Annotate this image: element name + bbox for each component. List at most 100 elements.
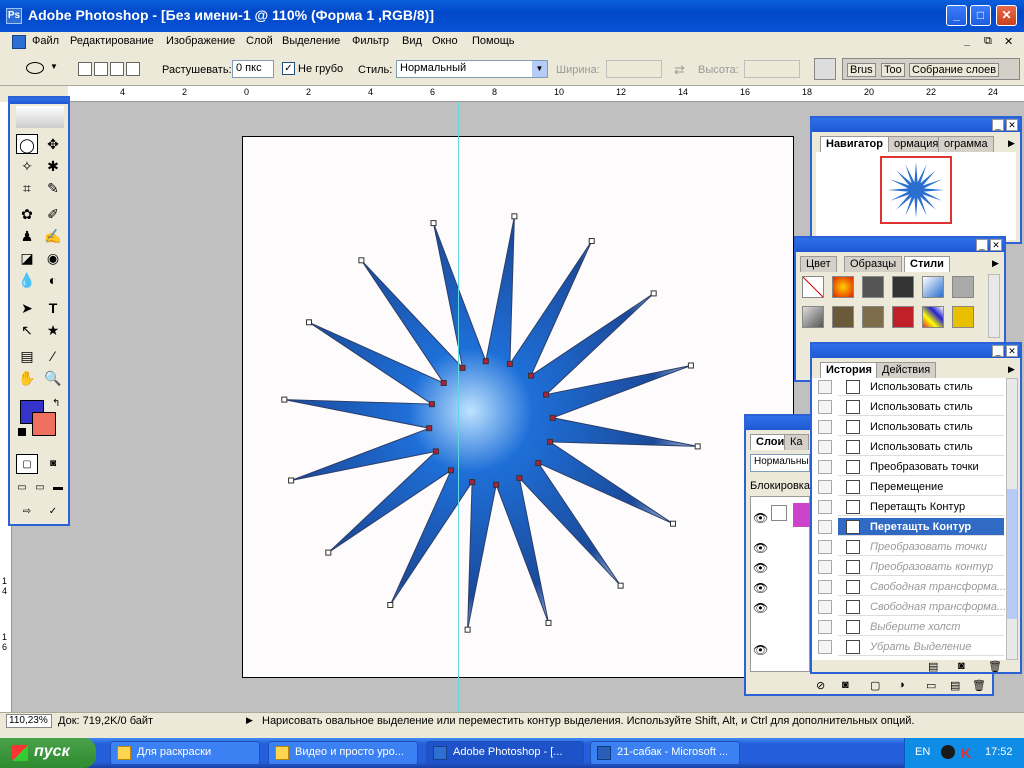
doc-size-info[interactable]: Док: 719,2K/0 байт xyxy=(58,715,153,727)
history-item[interactable]: Свободная трансформа... xyxy=(838,578,1006,596)
eye-icon[interactable]: 👁 xyxy=(753,561,768,575)
screen-mode-standard-icon[interactable]: ▭ xyxy=(14,478,30,498)
start-button[interactable]: пуск xyxy=(0,738,96,768)
star-shape[interactable] xyxy=(243,137,795,679)
task-item-active[interactable]: Adobe Photoshop - [... xyxy=(426,741,584,765)
tab-info[interactable]: ормация xyxy=(888,136,945,152)
anchor-point[interactable] xyxy=(482,358,489,365)
swap-colors-icon[interactable]: ↰ xyxy=(52,398,60,409)
style-swatch[interactable] xyxy=(862,276,884,298)
history-brush-source-box[interactable] xyxy=(818,400,832,414)
tab-channels[interactable]: Ка xyxy=(784,434,809,450)
new-layer-icon[interactable]: ▤ xyxy=(950,679,960,692)
tab-actions[interactable]: Действия xyxy=(876,362,937,378)
panel-close-button[interactable]: ✕ xyxy=(1006,345,1018,357)
history-brush-source-box[interactable] xyxy=(818,640,832,654)
styles-title-bar[interactable] xyxy=(796,238,1004,252)
anchor-point[interactable] xyxy=(387,601,394,608)
history-item[interactable]: Перетащть Контур xyxy=(838,518,1004,536)
background-color-swatch[interactable] xyxy=(32,412,56,436)
anchor-point[interactable] xyxy=(516,475,523,482)
doc-restore-button[interactable]: ⧉ xyxy=(984,35,992,48)
pen-tool-icon[interactable]: ↖ xyxy=(16,320,38,340)
navigator-thumbnail[interactable] xyxy=(880,156,952,224)
palette-tab-layer-comps[interactable]: Собрание слоев xyxy=(909,63,1000,77)
zoom-tool-icon[interactable]: 🔍 xyxy=(42,368,64,388)
tab-swatches[interactable]: Образцы xyxy=(844,256,903,272)
panel-minimize-button[interactable]: _ xyxy=(992,345,1004,357)
history-brush-source-box[interactable] xyxy=(818,540,832,554)
menu-edit[interactable]: Редактирование xyxy=(70,35,154,47)
guide-line[interactable] xyxy=(458,102,459,712)
history-brush-source-box[interactable] xyxy=(818,600,832,614)
menu-image[interactable]: Изображение xyxy=(166,35,235,47)
history-brush-source-box[interactable] xyxy=(818,520,832,534)
history-brush-source-box[interactable] xyxy=(818,560,832,574)
history-item[interactable]: Преобразовать контур xyxy=(838,558,1004,576)
palette-well-icon[interactable] xyxy=(814,58,836,80)
anchor-point[interactable] xyxy=(306,319,313,326)
maximize-button[interactable]: □ xyxy=(970,5,991,26)
history-title-bar[interactable] xyxy=(812,344,1020,358)
anchor-point[interactable] xyxy=(426,425,433,432)
magic-wand-tool-icon[interactable]: ✱ xyxy=(42,156,64,176)
antialias-checkbox[interactable]: ✓ xyxy=(282,62,295,75)
history-brush-source-box[interactable] xyxy=(818,440,832,454)
healing-brush-tool-icon[interactable]: ✿ xyxy=(16,204,38,224)
anchor-point[interactable] xyxy=(506,360,513,367)
screen-mode-menu-icon[interactable]: ▭ xyxy=(32,478,48,498)
anchor-point[interactable] xyxy=(694,443,701,450)
panel-menu-arrow-icon[interactable]: ▶ xyxy=(1008,138,1015,149)
menu-window[interactable]: Окно xyxy=(432,35,458,47)
layer-thumbnail[interactable] xyxy=(793,503,811,527)
move-tool-icon[interactable]: ✥ xyxy=(42,134,64,154)
eye-icon[interactable]: 👁 xyxy=(753,581,768,595)
anchor-point[interactable] xyxy=(288,477,295,484)
history-brush-source-box[interactable] xyxy=(818,620,832,634)
anchor-point[interactable] xyxy=(430,220,437,227)
style-swatch[interactable] xyxy=(952,276,974,298)
tab-navigator[interactable]: Навигатор xyxy=(820,136,889,152)
dodge-tool-icon[interactable]: ◐ xyxy=(42,270,64,290)
history-item[interactable]: Свободная трансформа... xyxy=(838,598,1006,616)
history-item[interactable]: Преобразовать точки xyxy=(838,538,1004,556)
standard-mode-icon[interactable]: ▢ xyxy=(16,454,38,474)
doc-minimize-button[interactable]: _ xyxy=(964,35,970,47)
anchor-point[interactable] xyxy=(669,520,676,527)
anchor-point[interactable] xyxy=(528,372,535,379)
tab-history[interactable]: История xyxy=(820,362,878,378)
add-mask-icon[interactable]: ▢ xyxy=(870,679,880,692)
adjustment-layer-icon[interactable]: ◑ xyxy=(898,679,905,691)
new-document-icon[interactable]: ▤ xyxy=(928,660,938,673)
style-swatch[interactable] xyxy=(892,306,914,328)
style-swatch[interactable] xyxy=(922,276,944,298)
history-item[interactable]: Использовать стиль xyxy=(838,438,1004,456)
imageready-jump-icon[interactable]: ⇨ xyxy=(16,502,38,522)
panel-menu-arrow-icon[interactable]: ▶ xyxy=(992,258,999,269)
anchor-point[interactable] xyxy=(543,391,550,398)
doc-close-button[interactable]: ✕ xyxy=(1004,35,1013,48)
tab-styles[interactable]: Стили xyxy=(904,256,950,272)
document-canvas[interactable] xyxy=(242,136,794,678)
history-brush-source-box[interactable] xyxy=(818,500,832,514)
document-icon[interactable] xyxy=(12,35,26,49)
anchor-point[interactable] xyxy=(687,362,694,369)
new-selection-icon[interactable] xyxy=(78,62,92,76)
blur-tool-icon[interactable]: 💧 xyxy=(16,270,38,290)
anchor-point[interactable] xyxy=(549,414,556,421)
tab-histogram[interactable]: ограмма xyxy=(938,136,994,152)
link-layers-icon[interactable]: ⊘ xyxy=(816,679,825,692)
anchor-point[interactable] xyxy=(547,438,554,445)
custom-shape-tool-icon[interactable]: ★ xyxy=(42,320,64,340)
history-item[interactable]: Использовать стиль xyxy=(838,378,1004,396)
eye-icon[interactable]: 👁 xyxy=(753,541,768,555)
subtract-selection-icon[interactable] xyxy=(110,62,124,76)
anchor-point[interactable] xyxy=(493,481,500,488)
trash-icon[interactable]: 🗑 xyxy=(972,679,986,692)
palette-tab-brushes[interactable]: Brus xyxy=(847,63,876,77)
menu-file[interactable]: Файл xyxy=(32,35,59,47)
hand-tool-icon[interactable]: ✋ xyxy=(16,368,38,388)
toolbox-title-bar[interactable] xyxy=(10,98,68,104)
screen-mode-full-icon[interactable]: ▬ xyxy=(50,478,66,498)
anchor-point[interactable] xyxy=(358,257,365,264)
